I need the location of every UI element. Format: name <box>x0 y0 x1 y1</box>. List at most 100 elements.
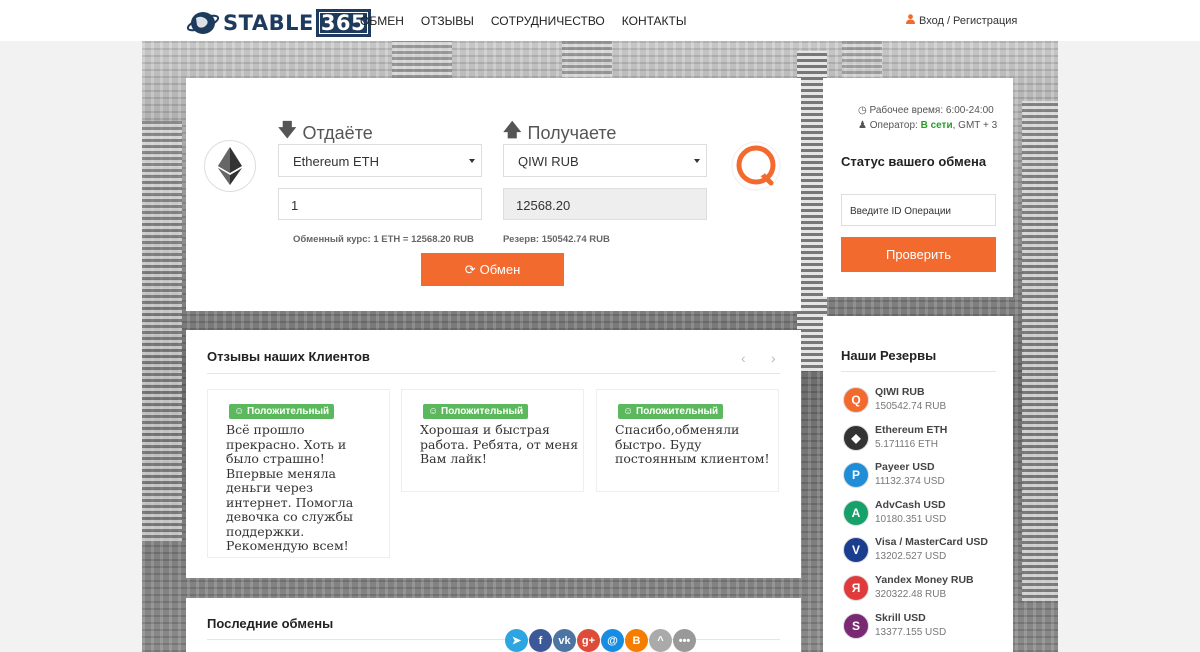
operator-label: Оператор: <box>869 120 918 131</box>
skrill-icon: S <box>843 612 869 639</box>
mail-icon[interactable]: @ <box>601 629 624 652</box>
divider <box>207 373 780 374</box>
nav-reviews[interactable]: ОТЗЫВЫ <box>421 14 474 28</box>
reserve-name: Yandex Money RUB <box>875 574 974 586</box>
reserve-name: Payeer USD <box>875 461 935 474</box>
badge-label: Положительный <box>247 406 330 417</box>
logo-text: STABLE 365 <box>223 9 372 37</box>
globe-icon <box>186 10 220 36</box>
operator-icon: ♟ <box>858 120 867 131</box>
ethereum-icon: ◆ <box>843 424 869 451</box>
reserve-amount: 5.171116 ETH <box>875 438 939 450</box>
get-currency-select[interactable]: QIWI RUB <box>503 144 707 177</box>
qiwi-icon: Q <box>843 387 869 413</box>
ethereum-icon <box>218 147 242 185</box>
chevron-left-icon[interactable]: ‹ <box>741 350 746 366</box>
review-card: ☺ Положительный Спасибо,обменяли быстро.… <box>596 389 779 492</box>
work-hours-label: Рабочее время: 6:00-24:00 <box>869 105 994 116</box>
exchange-rate: Обменный курс: 1 ETH = 12568.20 RUB <box>293 234 474 245</box>
review-text: Всё прошло прекрасно. Хоть и было страшн… <box>226 422 354 553</box>
reserve-item: P Payeer USD 11132.374 USD <box>841 459 1006 495</box>
positive-badge: ☺ Положительный <box>618 404 724 419</box>
reserve-name: Visa / MasterCard USD <box>875 536 989 549</box>
give-currency-value: Ethereum ETH <box>293 154 379 169</box>
telegram-icon[interactable]: ➤ <box>505 629 528 652</box>
badge-label: Положительный <box>636 406 719 417</box>
give-amount-input[interactable]: 1 <box>278 188 482 220</box>
login-link[interactable]: Вход / Регистрация <box>906 14 1017 27</box>
review-text: Спасибо,обменяли быстро. Буду постоянным… <box>615 422 770 466</box>
recent-title: Последние обмены <box>207 616 334 631</box>
blogger-icon[interactable]: B <box>625 629 648 652</box>
operator-status: ♟ Оператор: В сети, GMT + 3 <box>858 120 997 131</box>
reserve-name: Skrill USD <box>875 611 926 624</box>
reserve-item: A AdvCash USD 10180.351 USD <box>841 497 1006 533</box>
chevron-right-icon[interactable]: › <box>771 350 776 366</box>
reserve-name: Ethereum ETH <box>875 423 948 436</box>
advcash-icon: A <box>843 499 869 526</box>
reserve-item: V Visa / MasterCard USD 13202.527 USD <box>841 534 1006 570</box>
reserves-panel: Наши Резервы Q QIWI RUB 150542.74 RUB ◆ Ethe… <box>823 316 1013 652</box>
exchange-panel: 🡇 Отдаёте 🡅 Получаете Ethereum ETH QIWI … <box>186 78 801 311</box>
divider <box>841 371 996 372</box>
check-button[interactable]: Проверить <box>841 237 996 272</box>
qiwi-logo <box>730 140 782 192</box>
review-text: Хорошая и быстрая работа. Ребята, от мен… <box>420 422 579 466</box>
google-plus-icon[interactable]: g+ <box>577 629 600 652</box>
give-currency-select[interactable]: Ethereum ETH <box>278 144 482 177</box>
reserve-amount: 320322.48 RUB <box>875 589 947 600</box>
reserve-item: Я Yandex Money RUB 320322.48 RUB <box>841 572 1006 608</box>
chevron-down-icon <box>469 159 475 163</box>
top-bar: STABLE 365 ОБМЕН ОТЗЫВЫ СОТРУДНИЧЕСТВО К… <box>0 0 1200 41</box>
status-panel: ◷ Рабочее время: 6:00-24:00 ♟ Оператор: … <box>823 78 1013 297</box>
timezone: , GMT + 3 <box>952 120 998 131</box>
reserve-name: QIWI RUB <box>875 386 925 398</box>
clock-icon: ◷ <box>858 105 867 116</box>
qiwi-icon <box>731 141 781 191</box>
visa-icon: V <box>843 537 869 564</box>
vk-icon[interactable]: vk <box>553 629 576 652</box>
nav-contacts[interactable]: КОНТАКТЫ <box>622 14 687 28</box>
chevron-down-icon <box>694 159 700 163</box>
reserve-name: AdvCash USD <box>875 498 946 511</box>
badge-label: Положительный <box>441 406 524 417</box>
logo-word: STABLE <box>223 11 314 35</box>
positive-badge: ☺ Положительный <box>423 404 529 419</box>
facebook-icon[interactable]: f <box>529 629 552 652</box>
ethereum-logo <box>204 140 256 192</box>
user-icon <box>906 14 915 27</box>
recent-exchanges-panel: Последние обмены <box>186 598 801 652</box>
reserve-item: ◆ Ethereum ETH 5.171116 ETH <box>841 422 1006 458</box>
refresh-icon: ⟳ <box>464 261 476 277</box>
reviews-title: Отзывы наших Клиентов <box>207 349 370 364</box>
reserve-amount: 13377.155 USD <box>875 626 947 638</box>
reserve-amount: 150542.74 RUB <box>875 401 947 412</box>
reserve-amount: 11132.374 USD <box>875 476 945 488</box>
main-nav: ОБМЕН ОТЗЫВЫ СОТРУДНИЧЕСТВО КОНТАКТЫ <box>360 14 687 28</box>
reserve-item: Q QIWI RUB 150542.74 RUB <box>841 384 1006 420</box>
positive-badge: ☺ Положительный <box>229 404 335 419</box>
operation-id-input[interactable]: Введите ID Операции <box>841 194 996 226</box>
logo[interactable]: STABLE 365 <box>186 9 372 37</box>
get-title-label: Получаете <box>527 122 617 143</box>
social-share-bar: ➤ f vk g+ @ B ^ ••• <box>505 629 696 652</box>
nav-exchange[interactable]: ОБМЕН <box>360 14 404 28</box>
get-currency-value: QIWI RUB <box>518 154 579 169</box>
work-hours: ◷ Рабочее время: 6:00-24:00 <box>858 105 994 116</box>
exchange-button-label: Обмен <box>479 262 521 277</box>
get-amount-input: 12568.20 <box>503 188 707 220</box>
reserve-amount: 10180.351 USD <box>875 513 947 525</box>
yandex-icon: Я <box>843 575 869 601</box>
exchange-button[interactable]: ⟳ Обмен <box>421 253 564 286</box>
online-status: В сети <box>920 120 953 131</box>
status-title: Статус вашего обмена <box>841 154 987 169</box>
more-icon[interactable]: ••• <box>673 629 696 652</box>
reserves-title: Наши Резервы <box>841 348 937 363</box>
review-card: ☺ Положительный Всё прошло прекрасно. Хо… <box>207 389 390 558</box>
odnoklassniki-icon[interactable]: ^ <box>649 629 672 652</box>
reserve-note: Резерв: 150542.74 RUB <box>503 234 610 245</box>
review-card: ☺ Положительный Хорошая и быстрая работа… <box>401 389 584 492</box>
nav-partnership[interactable]: СОТРУДНИЧЕСТВО <box>491 14 605 28</box>
payeer-icon: P <box>843 462 869 489</box>
reserve-item: S Skrill USD 13377.155 USD <box>841 610 1006 646</box>
